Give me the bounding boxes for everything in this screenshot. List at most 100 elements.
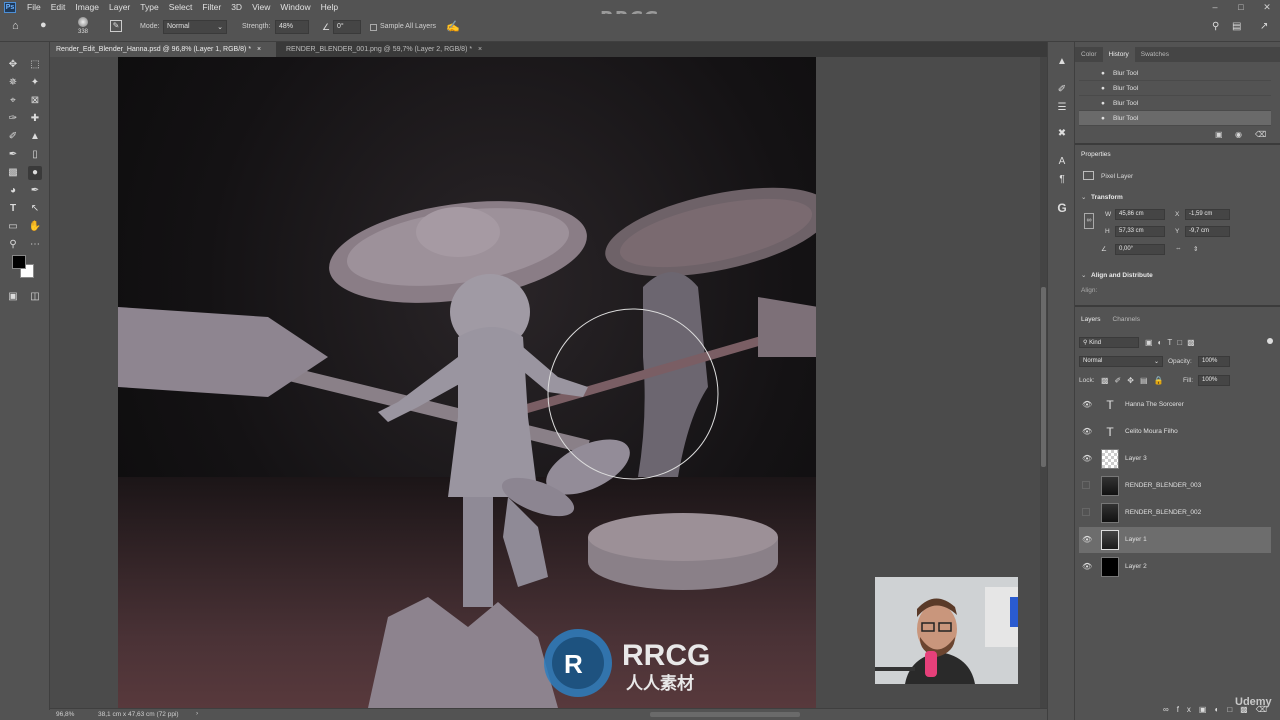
opacity-input[interactable]: 100%: [1198, 356, 1230, 367]
lasso-tool-icon[interactable]: ✵: [6, 76, 20, 90]
paragraph-icon[interactable]: ¶: [1054, 172, 1070, 188]
crop-tool-icon[interactable]: ⌖: [6, 94, 20, 108]
eye-hidden-icon[interactable]: [1082, 508, 1090, 516]
frame-tool-icon[interactable]: ⊠: [28, 94, 42, 108]
menu-edit[interactable]: Edit: [46, 2, 71, 12]
layer-row[interactable]: 👁 T Celito Moura Filho: [1079, 419, 1271, 445]
menu-select[interactable]: Select: [164, 2, 198, 12]
close-tab-icon[interactable]: ×: [257, 46, 261, 53]
hand-tool-icon[interactable]: ✋: [28, 220, 42, 234]
flip-horizontal-icon[interactable]: ⇔: [1175, 245, 1182, 252]
menu-image[interactable]: Image: [70, 2, 104, 12]
layer-row[interactable]: RENDER_BLENDER_003: [1079, 473, 1271, 499]
eraser-tool-icon[interactable]: ▯: [28, 148, 42, 162]
tab-history[interactable]: History: [1102, 47, 1135, 62]
document-canvas[interactable]: [118, 57, 816, 708]
eyedropper-tool-icon[interactable]: ✑: [6, 112, 20, 126]
tab-swatches[interactable]: Swatches: [1135, 47, 1175, 62]
eye-icon[interactable]: 👁: [1082, 454, 1092, 464]
eye-icon[interactable]: 👁: [1082, 427, 1092, 437]
history-item[interactable]: ● Blur Tool: [1079, 111, 1271, 126]
home-icon[interactable]: ⌂: [12, 20, 26, 34]
histogram-icon[interactable]: ▲: [1054, 54, 1070, 70]
link-icon[interactable]: ∞: [1084, 213, 1094, 229]
history-item[interactable]: ● Blur Tool: [1079, 96, 1271, 111]
menu-window[interactable]: Window: [275, 2, 315, 12]
close-tab-icon[interactable]: ×: [478, 46, 482, 53]
blend-mode-select[interactable]: Normal ⌄: [1079, 356, 1163, 367]
share-icon[interactable]: ↗: [1260, 21, 1268, 32]
foreground-color-swatch[interactable]: [12, 255, 26, 269]
filter-toggle-icon[interactable]: [1267, 338, 1273, 344]
tab-render-blender-001[interactable]: RENDER_BLENDER_001.png @ 59,7% (Layer 2,…: [280, 42, 490, 57]
tools-presets-icon[interactable]: ✖: [1054, 126, 1070, 142]
menu-help[interactable]: Help: [316, 2, 343, 12]
menu-type[interactable]: Type: [135, 2, 163, 12]
quick-mask-icon[interactable]: ▣: [6, 290, 20, 304]
dodge-tool-icon[interactable]: ◕: [6, 184, 20, 198]
x-input[interactable]: -1,59 cm: [1185, 209, 1230, 220]
strength-input[interactable]: 48%: [275, 20, 309, 34]
adjustments-icon[interactable]: ☰: [1054, 100, 1070, 116]
character-icon[interactable]: A: [1054, 154, 1070, 170]
height-input[interactable]: 57,33 cm: [1115, 226, 1165, 237]
eye-hidden-icon[interactable]: [1082, 481, 1090, 489]
brush-tool-icon[interactable]: ✐: [6, 130, 20, 144]
chevron-down-icon[interactable]: ⌄: [1081, 271, 1086, 279]
menu-layer[interactable]: Layer: [104, 2, 135, 12]
brush-preview-icon[interactable]: [78, 17, 88, 27]
new-document-from-state-icon[interactable]: ▣: [1215, 130, 1223, 139]
sample-all-layers-checkbox[interactable]: [370, 24, 377, 31]
blur-tool-icon[interactable]: ●: [40, 19, 54, 33]
menu-file[interactable]: File: [22, 2, 46, 12]
mode-select[interactable]: Normal ⌄: [163, 20, 227, 34]
layer-row[interactable]: 👁 Layer 2: [1079, 554, 1271, 580]
y-input[interactable]: -9,7 cm: [1185, 226, 1230, 237]
close-window-icon[interactable]: ✕: [1254, 0, 1280, 14]
gradient-tool-icon[interactable]: ▩: [6, 166, 20, 180]
type-tool-icon[interactable]: T: [6, 202, 20, 216]
layer-row[interactable]: 👁 Layer 3: [1079, 446, 1271, 472]
eye-icon[interactable]: 👁: [1082, 535, 1092, 545]
menu-filter[interactable]: Filter: [197, 2, 226, 12]
layer-filter-select[interactable]: ⚲ Kind: [1079, 337, 1139, 348]
pressure-icon[interactable]: ✍: [446, 20, 460, 33]
horizontal-scrollbar-thumb[interactable]: [650, 712, 800, 717]
marquee-tool-icon[interactable]: ⬚: [28, 58, 42, 72]
angle-input[interactable]: 0,00°: [1115, 244, 1165, 255]
tab-channels[interactable]: Channels: [1107, 312, 1146, 327]
width-input[interactable]: 45,86 cm: [1115, 209, 1165, 220]
more-tools-icon[interactable]: ⋯: [28, 238, 42, 252]
shape-tool-icon[interactable]: ▭: [6, 220, 20, 234]
angle-input[interactable]: 0°: [333, 20, 361, 34]
vertical-scrollbar[interactable]: [1040, 57, 1047, 708]
flip-vertical-icon[interactable]: ⇕: [1193, 245, 1198, 253]
pen-tool-icon[interactable]: ✒: [28, 184, 42, 198]
layer-row[interactable]: RENDER_BLENDER_002: [1079, 500, 1271, 526]
search-icon[interactable]: ⚲: [1212, 21, 1219, 32]
layer-filter-icons[interactable]: ▣◐T□▩: [1145, 338, 1200, 347]
menu-3d[interactable]: 3D: [226, 2, 247, 12]
tab-layers[interactable]: Layers: [1075, 312, 1107, 327]
chevron-down-icon[interactable]: ⌄: [1081, 193, 1086, 201]
brush-settings-icon[interactable]: ✎: [110, 20, 122, 32]
zoom-tool-icon[interactable]: ⚲: [6, 238, 20, 252]
trash-icon[interactable]: ⌫: [1255, 130, 1266, 139]
history-item[interactable]: ● Blur Tool: [1079, 66, 1271, 81]
status-menu-arrow[interactable]: ›: [196, 710, 198, 717]
workspace-icon[interactable]: ▤: [1232, 21, 1241, 32]
layer-row[interactable]: 👁 T Hanna The Sorcerer: [1079, 392, 1271, 418]
tab-render-edit[interactable]: Render_Edit_Blender_Hanna.psd @ 96,8% (L…: [50, 42, 276, 57]
history-item[interactable]: ● Blur Tool: [1079, 81, 1271, 96]
fill-input[interactable]: 100%: [1198, 375, 1230, 386]
history-brush-tool-icon[interactable]: ✒: [6, 148, 20, 162]
blur-tool-active-icon[interactable]: ●: [28, 166, 42, 180]
maximize-icon[interactable]: □: [1228, 0, 1254, 14]
move-tool-icon[interactable]: ✥: [6, 58, 20, 72]
healing-brush-tool-icon[interactable]: ✚: [28, 112, 42, 126]
stamp-tool-icon[interactable]: ▲: [28, 130, 42, 144]
lock-icons[interactable]: ▩✐✥▤🔒: [1101, 376, 1169, 385]
minimize-icon[interactable]: –: [1202, 0, 1228, 14]
menu-view[interactable]: View: [247, 2, 275, 12]
scrollbar-thumb[interactable]: [1041, 287, 1046, 467]
